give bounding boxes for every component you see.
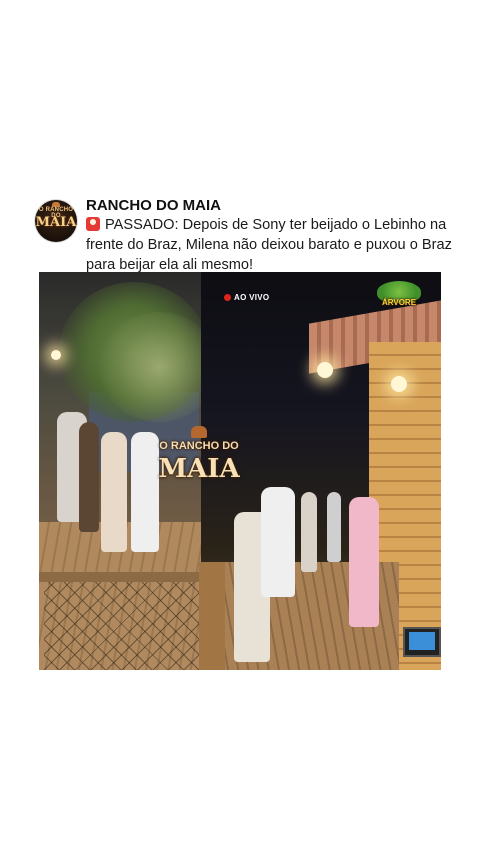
arvore-logo: ÁRVORE <box>373 281 425 311</box>
account-name[interactable]: RANCHO DO MAIA <box>86 197 221 214</box>
watermark-top-text: O RANCHO DO <box>159 440 239 452</box>
avatar-logo-main: MAIA <box>35 215 77 230</box>
video-frame[interactable]: AO VIVO ÁRVORE O RANCHO DO MAIA <box>39 272 441 670</box>
siren-emoji-icon <box>86 217 100 231</box>
post-caption: PASSADO: Depois de Sony ter beijado o Le… <box>86 215 456 275</box>
watermark-main-text: MAIA <box>158 454 240 484</box>
live-badge: AO VIVO <box>224 293 269 302</box>
post-card: O RANCHO DO MAIA RANCHO DO MAIA PASSADO:… <box>0 0 480 854</box>
arvore-logo-text: ÁRVORE <box>381 298 417 307</box>
account-avatar[interactable]: O RANCHO DO MAIA <box>35 200 77 242</box>
live-dot-icon <box>224 294 231 301</box>
bull-head-icon <box>191 426 207 438</box>
laptop-icon <box>403 627 441 657</box>
live-badge-label: AO VIVO <box>234 293 270 302</box>
rancho-watermark: O RANCHO DO MAIA <box>157 426 241 496</box>
caption-text: PASSADO: Depois de Sony ter beijado o Le… <box>86 217 452 273</box>
